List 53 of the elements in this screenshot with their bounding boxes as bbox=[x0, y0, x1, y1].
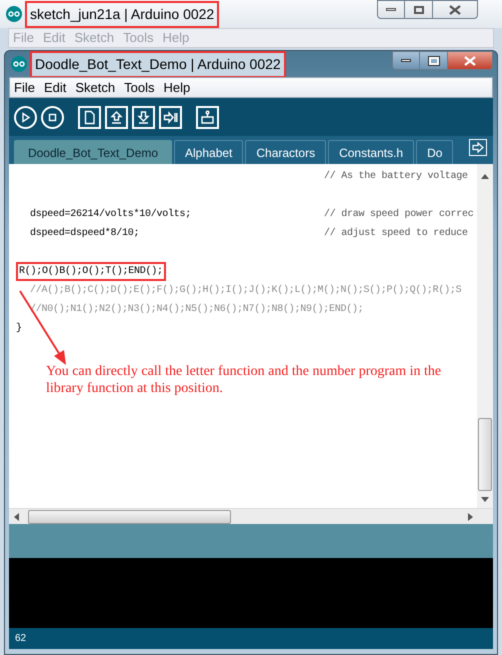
code-line: //A();B();C();D();E();F();G();H();I();J();K();L();M();N();S();P();Q();R();S bbox=[30, 285, 462, 296]
tab[interactable]: Charactors bbox=[245, 140, 326, 164]
code-comment: // adjust speed to reduce bbox=[324, 226, 468, 241]
scroll-left-icon bbox=[14, 512, 19, 520]
horizontal-scrollbar[interactable] bbox=[9, 508, 493, 524]
close-button[interactable] bbox=[447, 51, 493, 70]
arrow-down-icon bbox=[136, 110, 151, 124]
scroll-thumb[interactable] bbox=[478, 418, 492, 491]
scroll-right-icon bbox=[468, 512, 473, 520]
menu-item[interactable]: Sketch bbox=[75, 78, 116, 98]
menu-item[interactable]: Edit bbox=[44, 78, 66, 98]
scroll-down-icon bbox=[481, 497, 489, 502]
code-comment: // As the battery voltage bbox=[324, 170, 468, 184]
monitor-icon bbox=[200, 110, 215, 124]
close-button[interactable] bbox=[432, 0, 478, 19]
code-line: dspeed=26214/volts*10/volts; bbox=[30, 209, 192, 220]
tab[interactable]: Constants.h bbox=[328, 140, 414, 164]
upload-arrow-button[interactable] bbox=[105, 106, 128, 128]
arrow-right-icon bbox=[472, 142, 484, 153]
file-icon bbox=[82, 110, 97, 124]
monitor-button[interactable] bbox=[196, 106, 219, 128]
minimize-button[interactable] bbox=[392, 51, 420, 70]
vertical-scrollbar[interactable] bbox=[477, 164, 493, 508]
maximize-button[interactable] bbox=[405, 0, 432, 19]
infinity-logo-icon bbox=[11, 56, 27, 72]
menu-item[interactable]: File bbox=[14, 78, 35, 98]
arrow-up-icon bbox=[109, 110, 124, 124]
window-title: Doodle_Bot_Text_Demo | Arduino 0022 bbox=[30, 50, 286, 78]
annotation-text: You can directly call the letter function and the number program in the library function at this position. bbox=[46, 363, 442, 397]
scroll-thumb[interactable] bbox=[28, 510, 231, 524]
scroll-up-icon bbox=[481, 174, 489, 179]
menu-item[interactable]: Tools bbox=[124, 78, 154, 98]
line-number: 62 bbox=[15, 632, 26, 646]
code-line: dspeed=dspeed*8/10; bbox=[30, 228, 140, 239]
close-icon bbox=[464, 56, 476, 66]
play-button[interactable] bbox=[14, 106, 37, 128]
new-file-button[interactable] bbox=[78, 106, 101, 128]
minimize-button[interactable] bbox=[377, 0, 405, 19]
tab[interactable]: Doodle_Bot_Text_Demo bbox=[14, 140, 172, 164]
tab[interactable]: Alphabet bbox=[174, 140, 244, 164]
arrow-right-button[interactable] bbox=[159, 106, 182, 128]
maximize-button[interactable] bbox=[420, 51, 447, 70]
tab[interactable]: Do bbox=[416, 140, 454, 164]
infinity-logo-icon bbox=[6, 6, 22, 22]
stop-button[interactable] bbox=[41, 106, 64, 128]
menu-item[interactable]: Help bbox=[163, 78, 190, 98]
code-comment: // draw speed power correc bbox=[324, 208, 474, 222]
tab-scroll-button[interactable] bbox=[469, 139, 487, 156]
code-line: } bbox=[16, 323, 22, 334]
window-title: sketch_jun21a | Arduino 0022 bbox=[25, 0, 220, 28]
download-arrow-button[interactable] bbox=[132, 106, 155, 128]
close-icon bbox=[449, 4, 461, 14]
arrow-right-icon bbox=[163, 110, 178, 124]
